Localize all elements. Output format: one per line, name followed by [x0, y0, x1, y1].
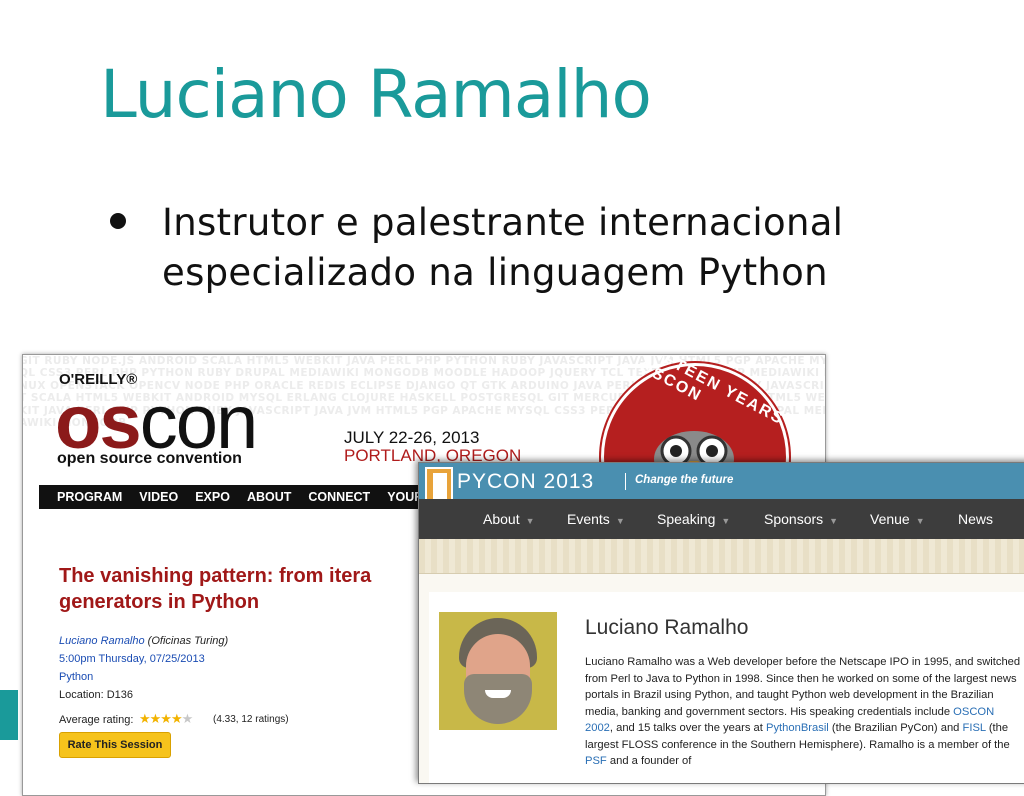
nav-news-label: News	[958, 511, 994, 527]
bio-text-5: and a founder of	[606, 755, 692, 767]
chevron-down-icon: ▼	[721, 516, 731, 526]
speaker-card: Luciano Ramalho Luciano Ramalho was a We…	[429, 592, 1024, 783]
speaker-name: Luciano Ramalho	[585, 616, 749, 639]
bio-link-psf[interactable]: PSF	[585, 755, 607, 767]
pycon-content: Luciano Ramalho Luciano Ramalho was a We…	[419, 574, 1024, 783]
filled-stars: ★★★★	[139, 712, 183, 727]
nav-about-label: About	[483, 511, 520, 527]
bullet-line-2: especializado na linguagem Python	[162, 251, 828, 294]
nav-venue[interactable]: Venue ▼	[870, 499, 925, 541]
separator	[625, 473, 626, 490]
rating-label: Average rating:	[59, 714, 134, 726]
session-time[interactable]: 5:00pm Thursday, 07/25/2013	[59, 653, 205, 665]
bullet-text: Instrutor e palestrante internacional es…	[162, 198, 843, 298]
oscon-date: JULY 22-26, 2013	[344, 428, 480, 447]
empty-star: ★	[181, 712, 194, 727]
nav-program[interactable]: PROGRAM	[57, 485, 122, 509]
nav-speaking-label: Speaking	[657, 511, 716, 527]
nav-connect[interactable]: CONNECT	[308, 485, 370, 509]
chevron-down-icon: ▼	[525, 516, 535, 526]
pycon-top-bar: PYCON 2013 Change the future	[419, 463, 1024, 499]
session-speaker: Luciano Ramalho (Oficinas Turing)	[59, 635, 228, 647]
chevron-down-icon: ▼	[829, 516, 839, 526]
pycon-tagline: Change the future	[635, 474, 734, 486]
nav-video[interactable]: VIDEO	[139, 485, 178, 509]
bio-text-2: , and 15 talks over the years at	[609, 722, 766, 734]
pycon-site-name[interactable]: PYCON 2013	[457, 470, 594, 494]
slide-accent-bar	[0, 690, 18, 740]
speaker-photo	[439, 612, 557, 730]
nav-events[interactable]: Events ▼	[567, 499, 625, 541]
nav-sponsors-label: Sponsors	[764, 511, 824, 527]
nav-speaking[interactable]: Speaking ▼	[657, 499, 730, 541]
speaker-org: (Oficinas Turing)	[144, 635, 229, 647]
speaker-bio: Luciano Ramalho was a Web developer befo…	[585, 654, 1024, 770]
pycon-decorative-band	[419, 539, 1024, 574]
pycon-nav-bar: About ▼ Events ▼ Speaking ▼ Sponsors ▼ Venue…	[419, 499, 1024, 539]
nav-about[interactable]: ABOUT	[247, 485, 291, 509]
bio-link-fisl[interactable]: FISL	[963, 722, 986, 734]
bio-text-3: (the Brazilian PyCon) and	[828, 722, 963, 734]
slide-title: Luciano Ramalho	[100, 56, 652, 133]
bullet-line-1: Instrutor e palestrante internacional	[162, 201, 844, 244]
rating-text: (4.33, 12 ratings)	[213, 714, 289, 725]
session-track[interactable]: Python	[59, 671, 93, 683]
session-title: The vanishing pattern: from itera genera…	[59, 565, 372, 613]
session-location: Location: D136	[59, 689, 133, 701]
nav-events-label: Events	[567, 511, 610, 527]
chevron-down-icon: ▼	[615, 516, 625, 526]
photo-smile	[485, 690, 511, 698]
oscon-subtitle: open source convention	[57, 450, 242, 467]
pycon-screenshot: PYCON 2013 Change the future About ▼ Even…	[418, 462, 1024, 784]
nav-expo[interactable]: EXPO	[195, 485, 230, 509]
nav-about[interactable]: About ▼	[483, 499, 535, 541]
bio-link-pythonbrasil[interactable]: PythonBrasil	[766, 722, 829, 734]
speaker-link[interactable]: Luciano Ramalho	[59, 635, 145, 647]
nav-sponsors[interactable]: Sponsors ▼	[764, 499, 838, 541]
rate-session-button[interactable]: Rate This Session	[59, 732, 171, 758]
bullet-point	[110, 213, 126, 229]
photo-beard	[464, 674, 532, 724]
nav-news[interactable]: News	[958, 499, 993, 539]
chevron-down-icon: ▼	[915, 516, 925, 526]
nav-venue-label: Venue	[870, 511, 910, 527]
rating-stars[interactable]: ★★★★★	[139, 712, 194, 727]
